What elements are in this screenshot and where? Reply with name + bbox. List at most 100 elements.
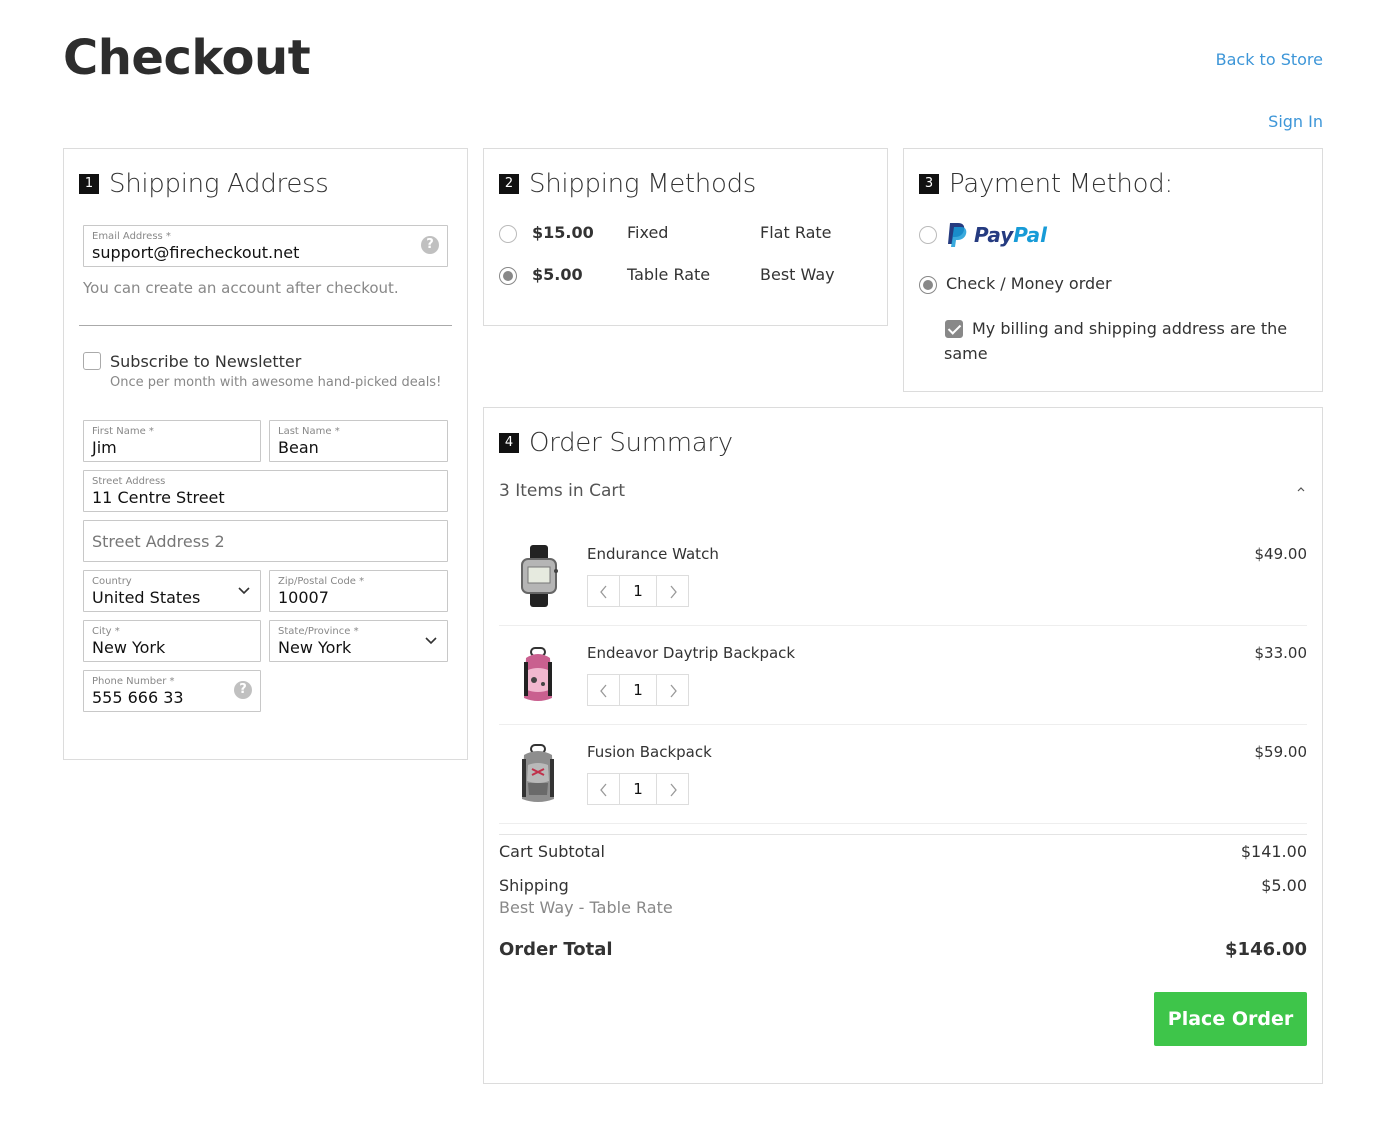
panel-title: Order Summary — [529, 428, 733, 458]
chevron-right-icon — [670, 585, 677, 599]
state-select[interactable]: State/Province * New York — [269, 620, 448, 662]
payment-radio-checkmo[interactable] — [919, 276, 937, 294]
item-name: Endeavor Daytrip Backpack — [587, 644, 796, 662]
order-summary-panel: 4 Order Summary 3 Items in Cart Enduranc… — [483, 407, 1323, 1084]
street-address-field[interactable]: Street Address 11 Centre Street — [83, 470, 448, 512]
order-total-row: Order Total $146.00 — [499, 939, 1307, 960]
field-label: Phone Number * — [92, 676, 175, 687]
field-placeholder: Street Address 2 — [92, 532, 225, 551]
payment-method-panel: 3 Payment Method: PayPal Check / Money o… — [903, 148, 1323, 392]
paypal-logo[interactable]: PayPal — [946, 222, 1047, 248]
cart-count[interactable]: 3 Items in Cart — [499, 481, 625, 501]
paypal-word-pal: Pal — [1013, 223, 1048, 247]
shipping-address-panel: 1 Shipping Address Email Address * suppo… — [63, 148, 468, 760]
shipping-methods-panel: 2 Shipping Methods $15.00 Fixed Flat Rat… — [483, 148, 888, 326]
field-value: 555 666 33 — [92, 688, 184, 707]
email-field[interactable]: Email Address * support@firecheckout.net… — [83, 225, 448, 267]
newsletter-checkbox[interactable] — [83, 352, 101, 370]
country-select[interactable]: Country United States — [83, 570, 261, 612]
last-name-field[interactable]: Last Name * Bean — [269, 420, 448, 462]
subtotal-value: $141.00 — [1240, 842, 1307, 861]
newsletter-sub: Once per month with awesome hand-picked … — [110, 375, 442, 390]
phone-field[interactable]: Phone Number * 555 666 33 ? — [83, 670, 261, 712]
method-carrier: Flat Rate — [760, 223, 832, 242]
qty-input[interactable]: 1 — [620, 575, 656, 607]
field-label: Country — [92, 576, 132, 587]
place-order-button[interactable]: Place Order — [1154, 992, 1307, 1046]
field-label: City * — [92, 626, 120, 637]
page-title: Checkout — [63, 30, 311, 86]
chevron-right-icon — [670, 783, 677, 797]
field-value: support@firecheckout.net — [92, 243, 300, 262]
item-price: $59.00 — [1254, 743, 1308, 761]
method-price: $15.00 — [532, 223, 594, 242]
quantity-stepper: 1 — [587, 674, 689, 706]
account-hint: You can create an account after checkout… — [83, 279, 399, 297]
item-name: Endurance Watch — [587, 545, 719, 563]
shipping-row: Shipping $5.00 — [499, 876, 1307, 895]
chevron-right-icon — [670, 684, 677, 698]
paypal-logo-icon — [948, 223, 967, 247]
first-name-field[interactable]: First Name * Jim — [83, 420, 261, 462]
panel-header: 3 Payment Method: — [919, 169, 1173, 199]
subtotal-label: Cart Subtotal — [499, 842, 605, 861]
field-value: 11 Centre Street — [92, 488, 225, 507]
paypal-wordmark: PayPal — [974, 223, 1047, 247]
street-address-2-field[interactable]: Street Address 2 — [83, 520, 448, 562]
cart-item: Endeavor Daytrip Backpack $33.00 1 — [499, 626, 1307, 725]
step-badge: 1 — [79, 174, 99, 194]
zip-field[interactable]: Zip/Postal Code * 10007 — [269, 570, 448, 612]
chevron-up-icon[interactable] — [1295, 484, 1307, 496]
field-label: Last Name * — [278, 426, 340, 437]
field-label: First Name * — [92, 426, 154, 437]
shipping-method-radio-table[interactable] — [499, 267, 517, 285]
qty-increase-button[interactable] — [656, 773, 689, 805]
newsletter-label[interactable]: Subscribe to Newsletter — [110, 352, 301, 371]
step-badge: 3 — [919, 174, 939, 194]
qty-input[interactable]: 1 — [620, 773, 656, 805]
product-thumbnail — [521, 545, 558, 607]
subtotal-row: Cart Subtotal $141.00 — [499, 842, 1307, 861]
chevron-left-icon — [600, 585, 607, 599]
order-total-value: $146.00 — [1225, 939, 1307, 960]
qty-input[interactable]: 1 — [620, 674, 656, 706]
payment-radio-paypal[interactable] — [919, 226, 937, 244]
shipping-method-radio-flat[interactable] — [499, 225, 517, 243]
checkmo-label[interactable]: Check / Money order — [946, 274, 1112, 293]
panel-header: 1 Shipping Address — [79, 169, 329, 199]
paypal-word-pay: Pay — [974, 223, 1014, 247]
shipping-label: Shipping — [499, 876, 569, 895]
step-badge: 4 — [499, 433, 519, 453]
field-value: United States — [92, 588, 201, 607]
qty-decrease-button[interactable] — [587, 674, 620, 706]
panel-title: Payment Method: — [949, 169, 1173, 199]
qty-increase-button[interactable] — [656, 674, 689, 706]
method-name: Fixed — [627, 223, 669, 242]
qty-decrease-button[interactable] — [587, 773, 620, 805]
same-address-label[interactable]: My billing and shipping address are the … — [944, 316, 1294, 366]
help-icon[interactable]: ? — [421, 236, 439, 254]
city-field[interactable]: City * New York — [83, 620, 261, 662]
field-label: Zip/Postal Code * — [278, 576, 365, 587]
field-value: 10007 — [278, 588, 329, 607]
field-value: Bean — [278, 438, 319, 457]
field-label: Street Address — [92, 476, 166, 487]
qty-increase-button[interactable] — [656, 575, 689, 607]
step-badge: 2 — [499, 174, 519, 194]
sign-in-link[interactable]: Sign In — [1268, 112, 1323, 131]
shipping-detail: Best Way - Table Rate — [499, 898, 673, 917]
qty-decrease-button[interactable] — [587, 575, 620, 607]
cart-item: Endurance Watch $49.00 1 — [499, 527, 1307, 626]
item-name: Fusion Backpack — [587, 743, 712, 761]
back-to-store-link[interactable]: Back to Store — [1216, 50, 1323, 69]
method-price: $5.00 — [532, 265, 583, 284]
item-price: $33.00 — [1254, 644, 1308, 662]
help-icon[interactable]: ? — [234, 681, 252, 699]
field-value: New York — [92, 638, 166, 657]
product-thumbnail — [522, 744, 554, 802]
panel-title: Shipping Methods — [529, 169, 757, 199]
method-name: Table Rate — [627, 265, 711, 284]
divider — [79, 325, 452, 326]
field-label: State/Province * — [278, 626, 359, 637]
field-value: New York — [278, 638, 352, 657]
